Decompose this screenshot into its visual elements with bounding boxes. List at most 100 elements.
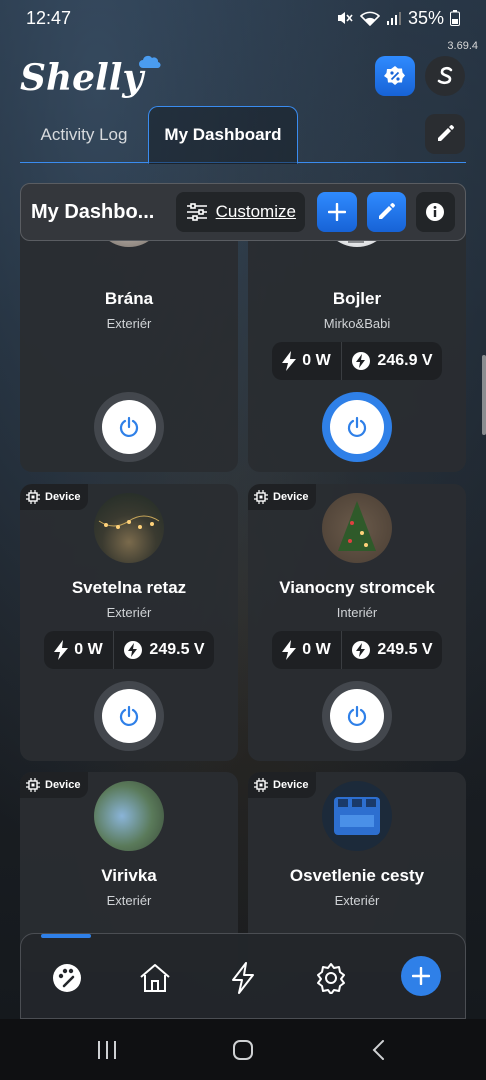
edit-dashboard-button[interactable] (366, 192, 406, 232)
nav-add-button[interactable] (401, 956, 441, 996)
dashboard-icon (53, 964, 81, 992)
device-badge: Device (20, 484, 89, 510)
dashboard-toolbar: My Dashbo... Customize (20, 183, 466, 241)
system-nav-bar (0, 1019, 486, 1080)
power-value: 0 W (302, 352, 331, 369)
nav-home[interactable] (133, 956, 177, 1000)
voltage-value: 246.9 V (377, 352, 433, 369)
percent-badge-icon (384, 66, 405, 85)
power-value: 0 W (302, 641, 331, 658)
power-toggle[interactable] (94, 392, 164, 462)
battery-icon (450, 10, 460, 26)
wifi-icon (359, 11, 380, 26)
device-badge: Device (248, 484, 317, 510)
home-button[interactable] (226, 1033, 260, 1067)
device-room: Exteriér (106, 605, 152, 620)
dashboard-title: My Dashbo... (31, 200, 155, 223)
voltage-value: 249.5 V (377, 641, 433, 658)
tab-my-dashboard[interactable]: My Dashboard (148, 106, 298, 164)
power-icon (347, 416, 367, 438)
info-button[interactable] (415, 192, 456, 232)
scrollbar[interactable] (482, 355, 486, 435)
nav-settings[interactable] (309, 956, 353, 1000)
home-circle-icon (233, 1040, 253, 1060)
power-toggle[interactable] (322, 392, 392, 462)
device-name: Virivka (101, 866, 157, 885)
device-name: Osvetlenie cesty (289, 866, 425, 885)
badge-label: Device (273, 779, 309, 791)
chip-icon (254, 490, 268, 504)
bolt-icon (54, 640, 69, 660)
customize-label: Customize (215, 202, 296, 221)
edit-tabs-button[interactable] (425, 114, 465, 154)
status-bar: 12:47 35% (0, 0, 486, 36)
back-chevron-icon (372, 1040, 384, 1060)
recent-apps-button[interactable] (90, 1033, 124, 1067)
device-room: Interiér (336, 605, 378, 620)
shelly-account-button[interactable] (425, 56, 465, 96)
device-name: Brána (104, 289, 154, 308)
badge-label: Device (45, 491, 81, 503)
power-reading: 0 W (272, 342, 342, 380)
settings-icon (317, 963, 345, 994)
power-reading: 0 W (272, 631, 342, 669)
sliders-icon (186, 203, 207, 221)
power-meters: 0 W 246.9 V (272, 342, 442, 380)
active-indicator (41, 934, 91, 938)
device-name: Vianocny stromcek (279, 578, 435, 597)
back-button[interactable] (362, 1033, 396, 1067)
nav-energy[interactable] (221, 956, 265, 1000)
add-widget-button[interactable] (317, 192, 357, 232)
voltage-reading: 249.5 V (342, 631, 442, 669)
device-room: Exteriér (106, 316, 152, 331)
pencil-icon (438, 125, 454, 141)
power-value: 0 W (74, 641, 103, 658)
discount-button[interactable] (375, 56, 415, 96)
device-photo (94, 781, 164, 851)
recents-icon (98, 1041, 116, 1059)
add-icon (412, 967, 430, 985)
signal-icon (386, 12, 401, 25)
voltage-reading: 246.9 V (342, 342, 442, 380)
device-room: Exteriér (106, 893, 152, 908)
status-time: 12:47 (26, 7, 72, 28)
info-icon (426, 203, 445, 221)
power-icon (119, 705, 139, 727)
device-badge: Device (20, 772, 89, 798)
home-icon (140, 964, 170, 992)
power-icon (119, 416, 139, 438)
voltage-icon (352, 352, 371, 370)
chip-icon (254, 778, 268, 792)
device-card-svetelna-retaz[interactable]: Device Svetelna retaz Exteriér 0 W 249.5… (20, 484, 238, 761)
plus-icon (328, 203, 347, 221)
power-toggle[interactable] (322, 681, 392, 751)
badge-label: Device (45, 779, 81, 791)
power-icon (347, 705, 367, 727)
logo-text: Shelly (20, 57, 145, 99)
device-room: Mirko&Babi (323, 316, 391, 331)
voltage-reading: 249.5 V (114, 631, 214, 669)
power-meters: 0 W 249.5 V (44, 631, 214, 669)
voltage-value: 249.5 V (149, 641, 205, 658)
pencil-icon (379, 203, 396, 219)
voltage-icon (352, 641, 371, 659)
battery-percent: 35% (407, 7, 444, 28)
badge-label: Device (273, 491, 309, 503)
shelly-logo: Shelly (18, 52, 168, 102)
mute-icon (337, 12, 353, 24)
device-photo (322, 493, 392, 563)
device-card-vianocny-stromcek[interactable]: Device Vianocny stromcek Interiér 0 W 24… (248, 484, 466, 761)
tab-activity-log[interactable]: Activity Log (20, 106, 148, 163)
nav-dashboard[interactable] (45, 956, 89, 1000)
device-photo (94, 493, 164, 563)
chip-icon (26, 778, 40, 792)
device-room: Exteriér (334, 893, 380, 908)
device-photo (322, 781, 392, 851)
power-toggle[interactable] (94, 681, 164, 751)
tab-bar: Activity Log My Dashboard (20, 106, 466, 164)
bottom-nav (20, 933, 466, 1019)
customize-button[interactable]: Customize (176, 192, 306, 232)
chip-icon (26, 490, 40, 504)
power-meters: 0 W 249.5 V (272, 631, 442, 669)
voltage-icon (124, 641, 143, 659)
